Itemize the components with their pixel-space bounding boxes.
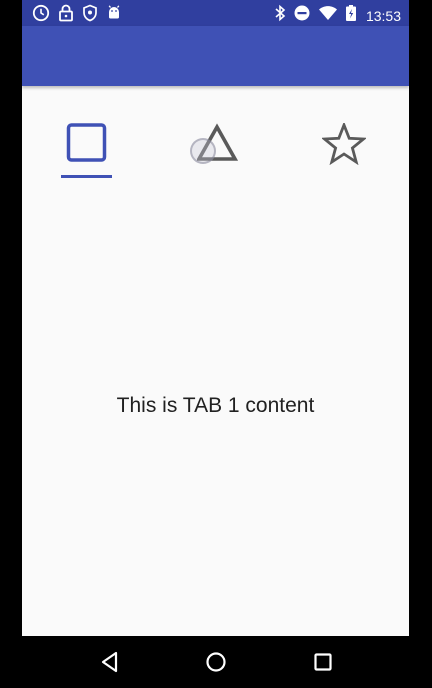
main-content: This is TAB 1 content — [22, 86, 409, 636]
tab-indicator — [61, 175, 112, 178]
lock-icon — [58, 4, 74, 27]
status-time: 13:53 — [365, 7, 401, 24]
back-icon[interactable] — [98, 650, 122, 674]
navigation-bar — [0, 636, 432, 688]
bluetooth-icon — [274, 4, 286, 27]
tab-bar — [22, 86, 409, 182]
phone-screen: 13:53 This is TAB 1 content — [22, 0, 409, 688]
square-icon — [66, 123, 108, 165]
tab-star[interactable] — [280, 86, 409, 182]
status-bar: 13:53 — [22, 0, 409, 26]
recents-icon[interactable] — [311, 650, 335, 674]
clock-icon — [32, 4, 50, 27]
app-toolbar — [22, 26, 409, 86]
shield-icon — [82, 4, 98, 27]
tab-content-text: This is TAB 1 content — [116, 394, 315, 417]
wifi-icon — [318, 4, 338, 27]
battery-icon — [345, 4, 357, 27]
do-not-disturb-icon — [293, 4, 311, 27]
android-icon — [106, 4, 122, 27]
home-icon[interactable] — [204, 650, 228, 674]
tab-square[interactable] — [22, 86, 151, 182]
touch-ripple — [190, 138, 216, 164]
star-icon — [320, 121, 368, 166]
tab-triangle[interactable] — [151, 86, 280, 182]
